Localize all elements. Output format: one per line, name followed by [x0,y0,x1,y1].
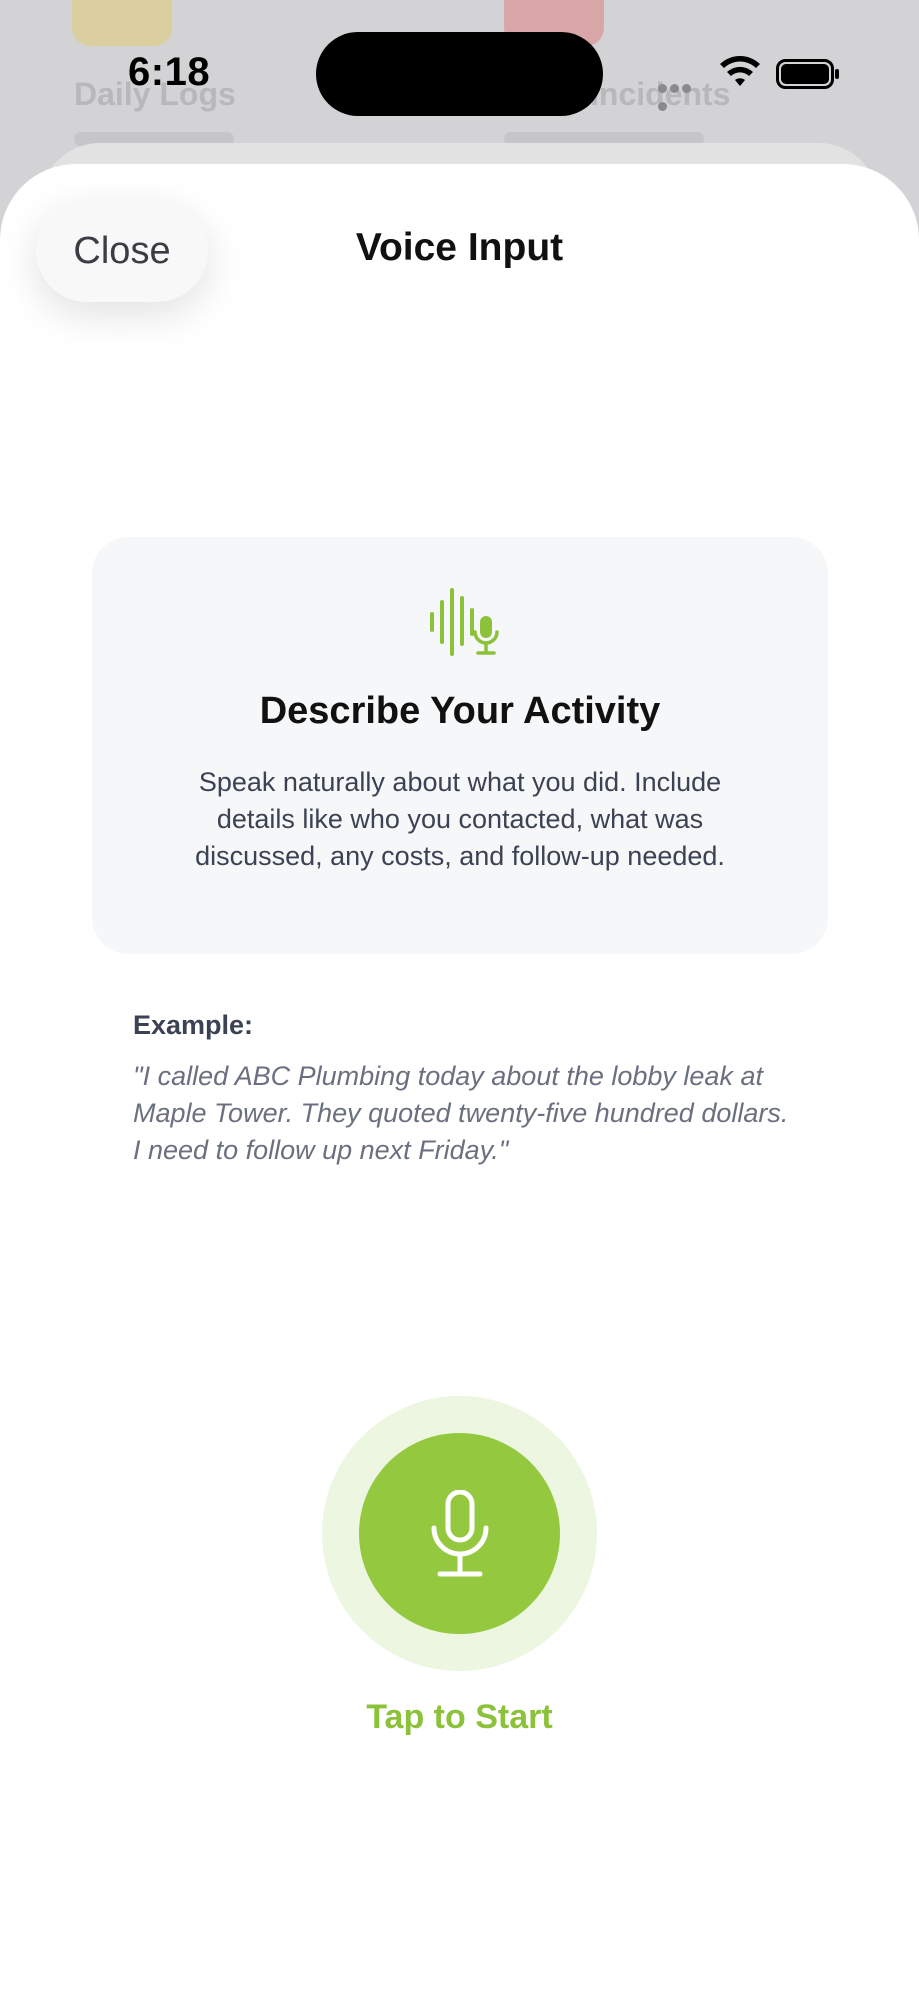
card-heading: Describe Your Activity [259,690,661,732]
example-text: "I called ABC Plumbing today about the l… [133,1061,789,1165]
status-bar: 6:18 [0,0,919,140]
tap-to-start-label[interactable]: Tap to Start [0,1698,919,1737]
battery-icon [776,59,839,89]
dynamic-island [316,32,603,116]
wifi-icon [720,56,760,86]
record-button[interactable] [359,1433,560,1634]
card-description: Speak naturally about what you did. Incl… [195,767,725,871]
sheet-title: Voice Input [355,226,564,269]
waveform-mic-icon [430,588,499,656]
example-label: Example: [133,1010,254,1040]
status-time: 6:18 [128,50,211,94]
cellular-signal-icon [658,80,704,111]
microphone-icon [431,1489,488,1576]
